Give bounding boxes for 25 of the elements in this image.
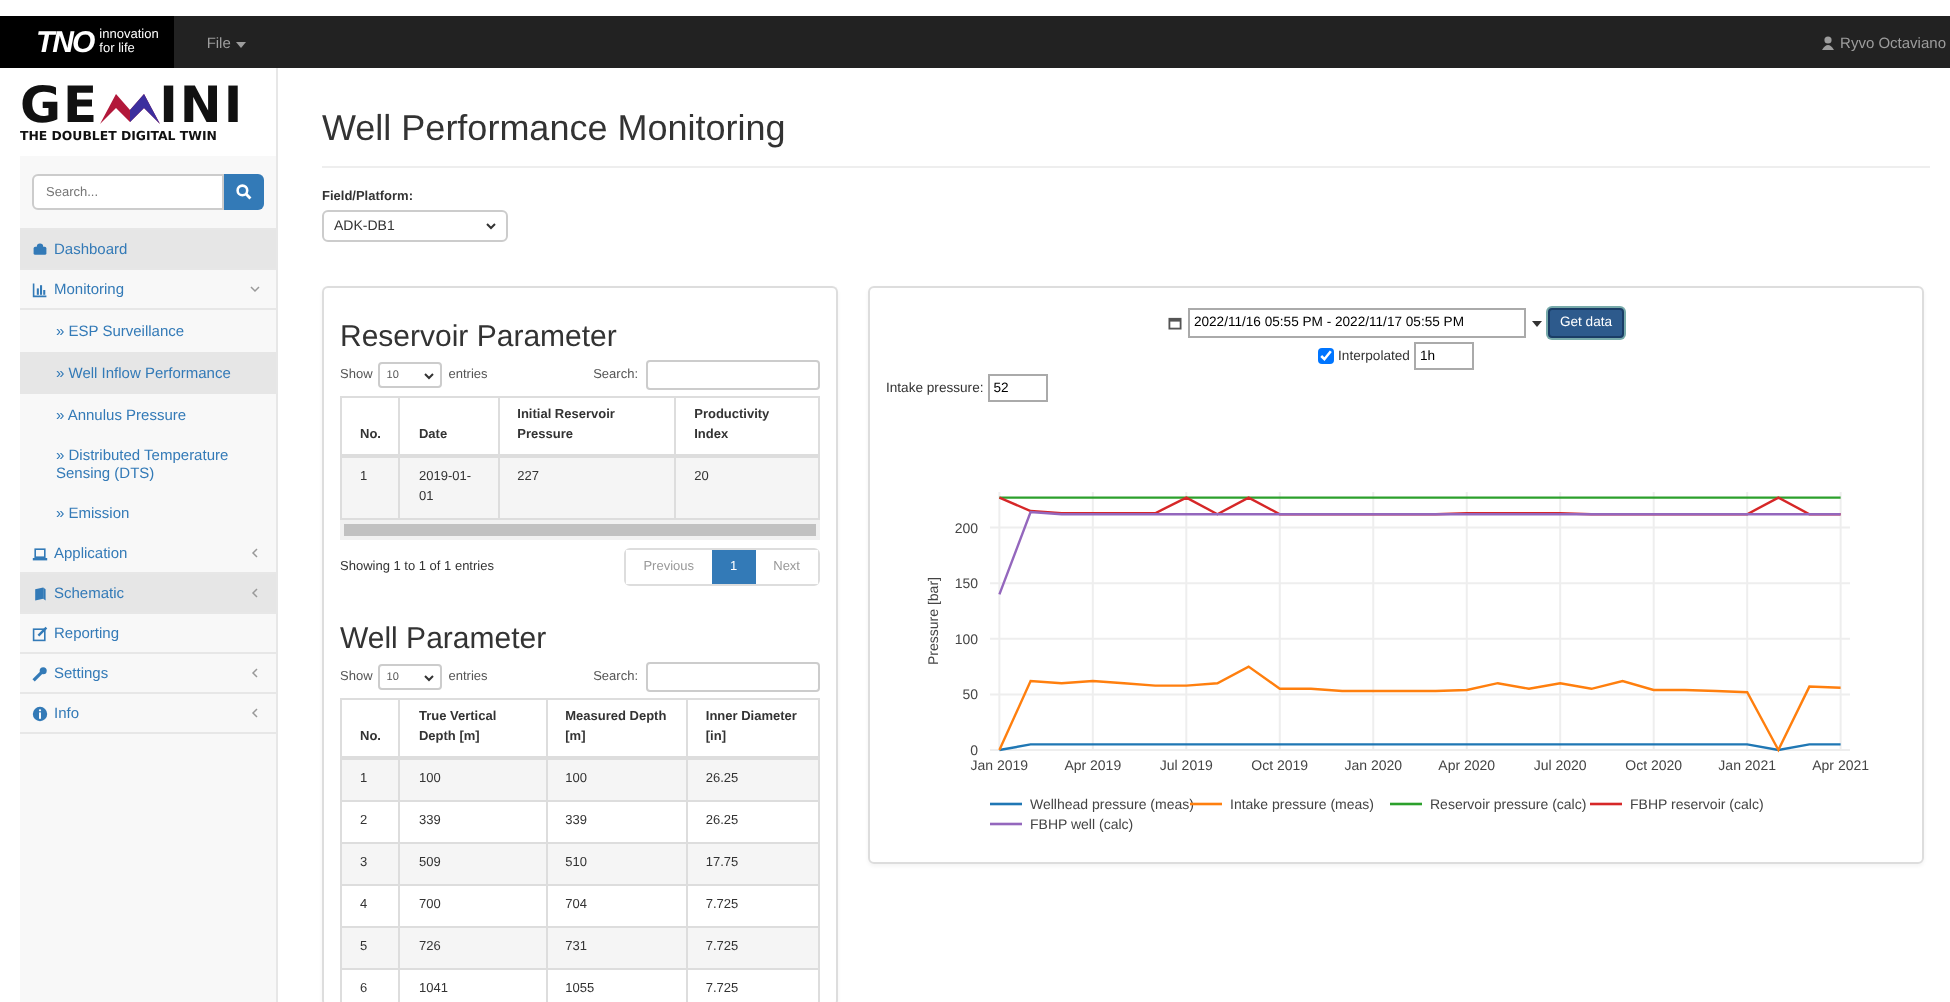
edit-icon	[32, 625, 48, 641]
table-search-field[interactable]	[646, 360, 820, 390]
caret-icon	[235, 41, 245, 47]
search-icon	[236, 184, 252, 200]
table-search-field[interactable]	[646, 662, 820, 692]
logo-title: GE	[20, 82, 100, 130]
user-icon	[1822, 35, 1835, 49]
caret-icon	[424, 673, 435, 681]
page-title: Well Performance Monitoring	[322, 108, 1930, 168]
search-button[interactable]	[224, 174, 264, 210]
laptop-icon	[32, 545, 48, 561]
table-title: Reservoir Parameter	[340, 320, 619, 354]
horizontal-scrollbar[interactable]	[340, 520, 820, 540]
book-icon	[32, 585, 48, 601]
interpolated-checkbox[interactable]	[1318, 348, 1335, 364]
wrench-icon	[32, 665, 48, 681]
chart-icon	[32, 281, 48, 297]
info-icon	[32, 705, 48, 721]
dashboard-icon	[32, 241, 48, 257]
caret-icon	[424, 371, 435, 379]
calendar-icon	[1167, 316, 1182, 330]
caret-icon[interactable]	[1531, 319, 1542, 327]
logo-title: INI	[159, 82, 245, 130]
table-title: Well Parameter	[340, 622, 549, 656]
caret-icon	[486, 222, 496, 230]
